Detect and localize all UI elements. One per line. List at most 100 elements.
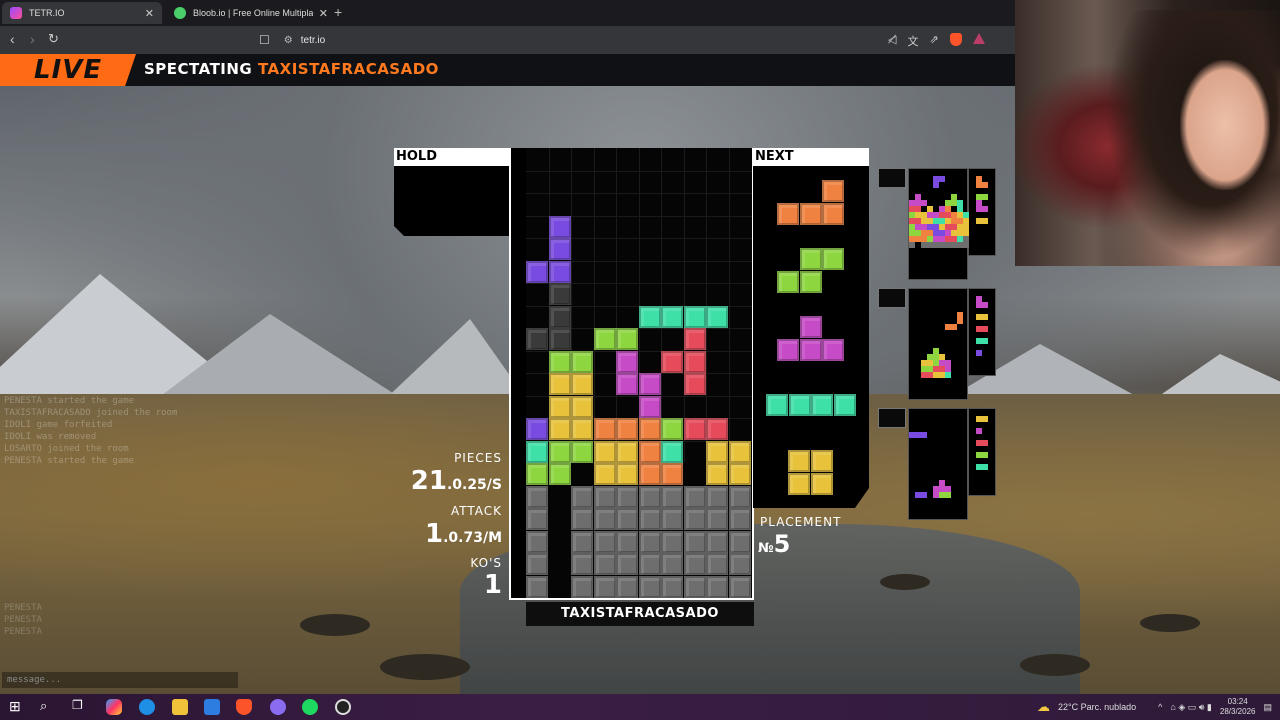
garbage-block bbox=[571, 508, 593, 530]
file-explorer-icon[interactable] bbox=[172, 699, 188, 715]
chat-line: PENESTA bbox=[4, 603, 42, 613]
live-label: LIVE bbox=[34, 55, 103, 85]
mino-block bbox=[661, 463, 683, 485]
close-tab-icon[interactable]: ✕ bbox=[145, 7, 154, 20]
tab-tetrio[interactable]: TETR.IO ✕ bbox=[2, 2, 162, 24]
garbage-block bbox=[683, 553, 706, 575]
clock-date: 28/3/2026 bbox=[1219, 707, 1256, 716]
garbage-block bbox=[728, 485, 751, 508]
garbage-block bbox=[571, 530, 593, 553]
opponent-block bbox=[982, 182, 988, 188]
mino-block bbox=[571, 395, 593, 418]
garbage-block bbox=[706, 508, 728, 530]
tetrio-favicon-icon bbox=[10, 7, 22, 19]
garbage-block bbox=[616, 530, 638, 553]
mino-block bbox=[593, 440, 616, 463]
garbage-block bbox=[593, 508, 616, 530]
notifications-icon[interactable]: ▤ bbox=[1263, 702, 1272, 713]
garbage-block bbox=[661, 530, 683, 553]
chat-input[interactable]: message... bbox=[2, 672, 238, 688]
close-tab-icon[interactable]: ✕ bbox=[319, 7, 328, 20]
mino-block bbox=[706, 463, 728, 485]
attack-rate: .0.73/M bbox=[443, 530, 502, 546]
chat-line: PENESTA started the game bbox=[4, 396, 135, 406]
mino-block bbox=[683, 305, 706, 328]
opponent-block bbox=[982, 416, 988, 422]
mino-block bbox=[571, 350, 593, 373]
live-banner: LIVE SPECTATING TAXISTAFRACASADO bbox=[0, 54, 1015, 86]
search-icon[interactable]: ⌕ bbox=[40, 698, 56, 714]
translate-icon[interactable]: 文 bbox=[907, 33, 918, 49]
mute-icon[interactable]: ◁̸ bbox=[888, 33, 896, 49]
copilot-icon[interactable] bbox=[106, 699, 122, 715]
windows-start-icon[interactable]: ⊞ bbox=[9, 698, 25, 714]
mino-block bbox=[593, 463, 616, 485]
ghost-block bbox=[526, 328, 548, 350]
chat-line: TAXISTAFRACASADO joined the room bbox=[4, 408, 178, 418]
brave-rewards-icon[interactable] bbox=[972, 33, 985, 44]
obs-icon[interactable] bbox=[270, 699, 286, 715]
site-info-icon[interactable]: ⚙ bbox=[284, 35, 293, 46]
mino-block bbox=[526, 418, 548, 440]
next-piece-block bbox=[788, 472, 810, 495]
garbage-block bbox=[728, 575, 751, 598]
spectating-header: SPECTATING TAXISTAFRACASADO bbox=[144, 60, 439, 78]
forward-arrow-icon[interactable]: › bbox=[30, 31, 35, 47]
next-piece-block bbox=[799, 316, 822, 338]
mino-block bbox=[683, 418, 706, 440]
mino-block bbox=[571, 418, 593, 440]
weather-text[interactable]: 22°C Parc. nublado bbox=[1058, 702, 1136, 712]
placement-value: 5 bbox=[773, 530, 791, 558]
next-piece-block bbox=[788, 394, 811, 416]
opponent-block bbox=[976, 428, 982, 434]
next-label: NEXT bbox=[753, 148, 869, 166]
next-piece-block bbox=[811, 394, 833, 416]
opponent-block bbox=[982, 218, 988, 224]
toolbar-icons: ◁̸ 文 ⇗ bbox=[888, 33, 985, 49]
weather-icon: ☁ bbox=[1037, 699, 1050, 714]
task-view-icon[interactable]: ❐ bbox=[72, 698, 88, 714]
garbage-block bbox=[661, 508, 683, 530]
next-piece-block bbox=[833, 394, 856, 416]
attack-value: 1 bbox=[425, 519, 444, 549]
garbage-block bbox=[706, 485, 728, 508]
tab-bloob[interactable]: Bloob.io | Free Online Multiplayer Ga ✕ bbox=[166, 2, 336, 24]
mino-block bbox=[683, 328, 706, 350]
garbage-block bbox=[661, 553, 683, 575]
share-icon[interactable]: ⇗ bbox=[929, 33, 938, 49]
mino-block bbox=[616, 418, 638, 440]
mino-block bbox=[616, 373, 638, 395]
bookmark-icon[interactable]: ☐ bbox=[259, 33, 270, 47]
reload-icon[interactable]: ↻ bbox=[48, 31, 59, 47]
new-tab-button[interactable]: + bbox=[334, 4, 342, 20]
chat-line: PENESTA bbox=[4, 627, 42, 637]
mino-block bbox=[571, 440, 593, 463]
tray-icons[interactable]: ⌂ ◈ ▭ 🔊︎ ▮ bbox=[1170, 702, 1212, 713]
mail-icon[interactable] bbox=[204, 699, 220, 715]
chat-line: PENESTA started the game bbox=[4, 456, 135, 466]
opponent-block bbox=[982, 206, 988, 212]
clock-time: 03:24 bbox=[1227, 697, 1248, 706]
next-piece-block bbox=[799, 270, 822, 293]
garbage-block bbox=[728, 508, 751, 530]
brave-shield-icon[interactable] bbox=[949, 33, 962, 46]
next-piece-block bbox=[777, 338, 799, 361]
chat-line: PENESTA bbox=[4, 615, 42, 625]
opponent-block bbox=[982, 326, 988, 332]
spotify-icon[interactable] bbox=[302, 699, 318, 715]
mino-block bbox=[661, 418, 683, 440]
opponent-block bbox=[982, 452, 988, 458]
mino-block bbox=[706, 305, 728, 328]
mino-block bbox=[638, 418, 661, 440]
opponent-block bbox=[963, 242, 969, 248]
spectating-label: SPECTATING bbox=[144, 60, 253, 78]
clock[interactable]: 03:24 28/3/2026 bbox=[1220, 697, 1256, 717]
next-piece-block bbox=[822, 248, 844, 270]
edge-icon[interactable] bbox=[139, 699, 155, 715]
brave-icon[interactable] bbox=[236, 699, 252, 715]
tray-chevron-icon[interactable]: ^ bbox=[1158, 702, 1162, 712]
mino-block bbox=[548, 418, 571, 440]
back-arrow-icon[interactable]: ‹ bbox=[10, 31, 15, 47]
app-icon[interactable] bbox=[335, 699, 351, 715]
ghost-block bbox=[548, 283, 571, 305]
